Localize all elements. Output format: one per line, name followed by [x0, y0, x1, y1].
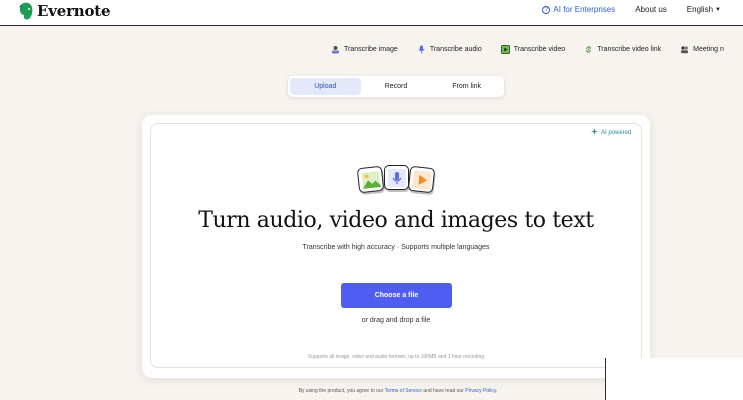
image-icon [331, 45, 340, 54]
transcribe-tools-nav: Transcribe image Transcribe audio Transc… [331, 43, 743, 55]
link-icon [584, 45, 593, 54]
evernote-logo[interactable]: Evernote [18, 1, 111, 21]
supported-formats-note: Supports all image, video and audio form… [307, 354, 485, 360]
play-icon [500, 44, 510, 54]
question-icon: ? [542, 5, 551, 14]
footer-prefix: By using the product, you agree to our [298, 388, 384, 394]
sparkle-icon [591, 128, 598, 137]
ai-for-enterprises-link[interactable]: ? AI for Enterprises [542, 5, 615, 14]
logo-text: Evernote [37, 2, 111, 20]
ai-enterprises-label: AI for Enterprises [553, 5, 616, 14]
meeting-icon [680, 45, 689, 54]
overlay-panel [605, 358, 743, 400]
footer-suffix: . [496, 388, 498, 394]
tab-record[interactable]: Record [361, 78, 432, 95]
page-title: Turn audio, video and images to text [198, 208, 594, 233]
tool-transcribe-image[interactable]: Transcribe image [331, 45, 398, 54]
about-us-link[interactable]: About us [635, 5, 667, 14]
terms-of-service-link[interactable]: Terms of Service [385, 388, 422, 394]
tab-from-link[interactable]: From link [431, 78, 502, 95]
drag-drop-hint: or drag and drop a file [361, 317, 431, 324]
footer-middle: and have read our [423, 388, 464, 394]
tool-label: Meeting n [693, 45, 724, 53]
tab-upload[interactable]: Upload [290, 78, 361, 95]
tool-transcribe-audio[interactable]: Transcribe audio [417, 45, 482, 54]
tool-transcribe-video[interactable]: Transcribe video [500, 44, 566, 54]
language-label: English [686, 5, 714, 14]
mic-icon [417, 45, 426, 54]
elephant-icon [18, 2, 34, 21]
tool-label: Transcribe video [513, 45, 566, 53]
tool-transcribe-video-link[interactable]: Transcribe video link [584, 45, 661, 54]
privacy-policy-link[interactable]: Privacy Policy [465, 388, 496, 394]
tool-label: Transcribe audio [429, 45, 482, 53]
chevron-down-icon: ▼ [715, 6, 721, 13]
header-links: ? AI for Enterprises About us English ▼ [542, 5, 721, 14]
mic-icon [384, 165, 409, 190]
tool-label: Transcribe image [344, 45, 398, 53]
tool-label: Transcribe video link [597, 45, 662, 53]
play-icon [407, 165, 436, 194]
input-mode-tabs: Upload Record From link [288, 76, 504, 97]
tool-meeting-notes[interactable]: Meeting n [680, 45, 724, 54]
language-selector[interactable]: English ▼ [687, 5, 721, 14]
ai-powered-badge: AI powered [591, 128, 631, 137]
ai-powered-label: AI powered [601, 129, 632, 136]
media-type-illustration [356, 165, 436, 194]
choose-file-button[interactable]: Choose a file [341, 283, 452, 308]
top-nav: Evernote ? AI for Enterprises About us E… [0, 0, 743, 26]
image-icon [356, 165, 385, 194]
page-subtitle: Transcribe with high accuracy · Supports… [302, 244, 490, 251]
